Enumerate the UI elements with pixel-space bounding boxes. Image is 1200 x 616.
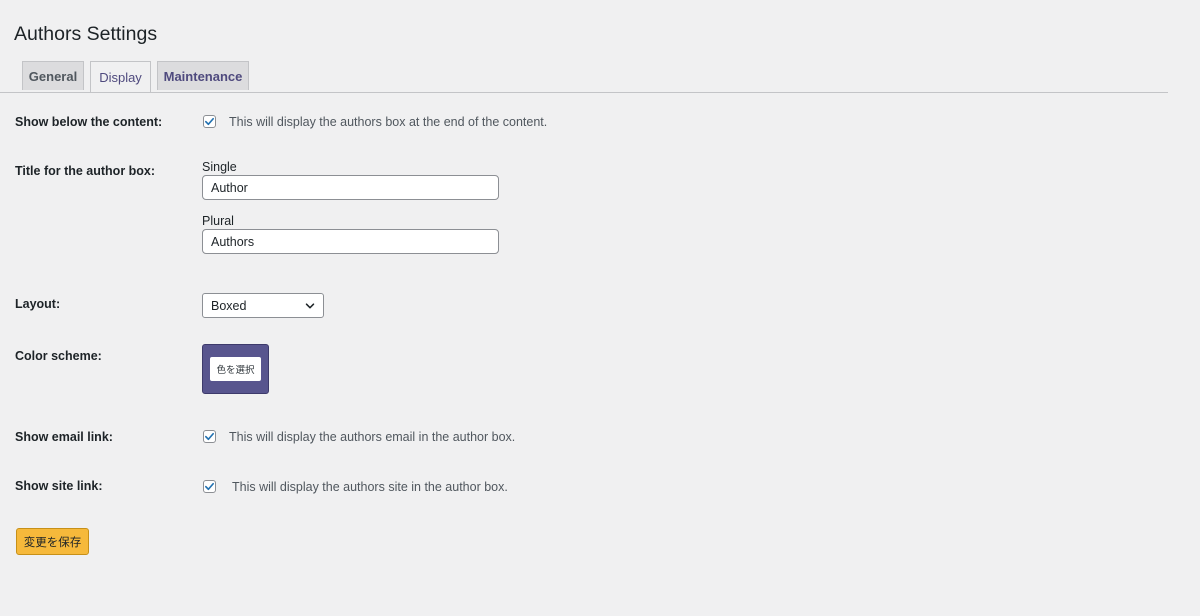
layout-selected-value: Boxed — [211, 298, 247, 313]
save-changes-button[interactable]: 変更を保存 — [16, 528, 89, 555]
tab-bar: General Display Maintenance — [0, 61, 1168, 93]
show-site-description: This will display the authors site in th… — [232, 480, 508, 494]
tab-general-label: General — [28, 68, 78, 84]
plural-title-input[interactable] — [202, 229, 499, 254]
plural-label: Plural — [202, 214, 234, 228]
tab-display[interactable]: Display — [90, 61, 151, 92]
tab-display-label: Display — [99, 69, 142, 85]
show-below-content-checkbox[interactable] — [203, 115, 216, 128]
checkmark-icon — [205, 432, 214, 441]
show-site-checkbox[interactable] — [203, 480, 216, 493]
tab-maintenance-label: Maintenance — [163, 68, 243, 84]
layout-label: Layout: — [15, 297, 61, 311]
color-picker-label: 色を選択 — [210, 357, 261, 381]
tab-maintenance[interactable]: Maintenance — [157, 61, 249, 90]
single-title-input[interactable] — [202, 175, 499, 200]
color-scheme-label: Color scheme: — [15, 349, 102, 363]
show-email-label: Show email link: — [15, 430, 113, 444]
page-title: Authors Settings — [14, 23, 158, 46]
show-email-checkbox[interactable] — [203, 430, 216, 443]
layout-select[interactable]: Boxed — [202, 293, 324, 318]
show-email-description: This will display the authors email in t… — [229, 430, 516, 444]
show-below-content-label: Show below the content: — [15, 115, 163, 129]
show-below-content-description: This will display the authors box at the… — [229, 115, 548, 129]
single-label: Single — [202, 160, 237, 174]
checkmark-icon — [205, 482, 214, 491]
tab-general[interactable]: General — [22, 61, 84, 90]
chevron-down-icon — [305, 302, 315, 308]
checkmark-icon — [205, 117, 214, 126]
show-site-label: Show site link: — [15, 479, 103, 493]
author-box-title-label: Title for the author box: — [15, 164, 156, 178]
color-picker-button[interactable]: 色を選択 — [202, 344, 269, 394]
